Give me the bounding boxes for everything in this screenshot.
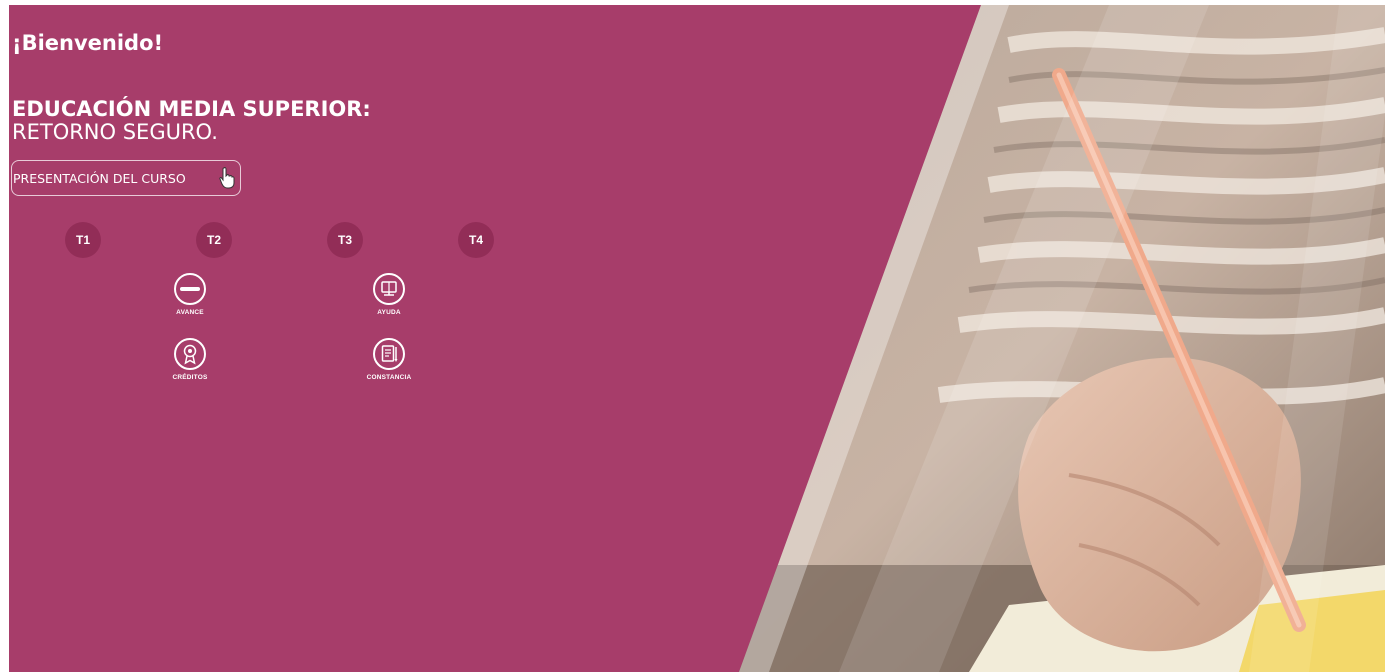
- ayuda-button[interactable]: AYUDA: [354, 272, 424, 316]
- creditos-button[interactable]: CRÉDITOS: [155, 337, 225, 381]
- certificate-icon: [373, 338, 405, 370]
- course-title-line1: EDUCACIÓN MEDIA SUPERIOR:: [12, 97, 371, 121]
- course-presentation-label: PRESENTACIÓN DEL CURSO: [13, 170, 186, 186]
- constancia-button[interactable]: CONSTANCIA: [354, 337, 424, 381]
- course-home-panel: ¡Bienvenido! EDUCACIÓN MEDIA SUPERIOR: R…: [9, 5, 1385, 672]
- topic-t4-button[interactable]: T4: [458, 222, 494, 258]
- constancia-label: CONSTANCIA: [366, 374, 412, 381]
- course-title-line2: RETORNO SEGURO.: [12, 120, 218, 144]
- progress-icon: [174, 273, 206, 305]
- ayuda-label: AYUDA: [377, 309, 401, 316]
- topic-t2-button[interactable]: T2: [196, 222, 232, 258]
- avance-label: AVANCE: [176, 309, 204, 316]
- course-presentation-button[interactable]: PRESENTACIÓN DEL CURSO: [11, 160, 241, 196]
- topic-t3-button[interactable]: T3: [327, 222, 363, 258]
- medal-icon: [174, 338, 206, 370]
- help-book-icon: [373, 273, 405, 305]
- welcome-heading: ¡Bienvenido!: [12, 31, 164, 55]
- hand-pointer-icon: [219, 167, 235, 189]
- topic-t1-button[interactable]: T1: [65, 222, 101, 258]
- creditos-label: CRÉDITOS: [172, 374, 208, 381]
- avance-button[interactable]: AVANCE: [155, 272, 225, 316]
